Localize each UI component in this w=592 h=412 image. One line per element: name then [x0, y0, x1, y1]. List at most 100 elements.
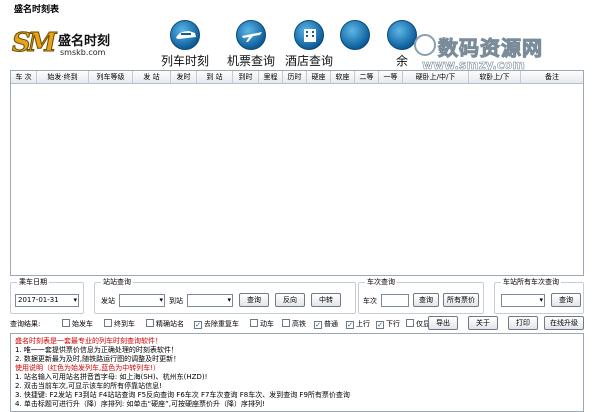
date-group: 乘车日期 2017-01-31 [10, 277, 84, 314]
reverse-button[interactable]: 反向 [275, 293, 305, 307]
col-header[interactable]: 二等 [355, 71, 379, 83]
train-number-label: 车次 [363, 297, 377, 305]
col-header[interactable]: 发 站 [133, 71, 171, 83]
checkbox-emu[interactable]: 动车 [250, 319, 274, 329]
checkbox-label: 精确站名 [156, 320, 184, 328]
checkbox-label: 始发车 [72, 320, 93, 328]
watermark: 数码资源网 www.smzy.com [408, 30, 592, 74]
all-trains-query-button[interactable]: 查询 [551, 293, 581, 307]
checkbox-icon [62, 319, 70, 327]
checkbox-terminal[interactable]: 终到车 [104, 319, 135, 329]
all-fares-button[interactable]: 所有票价 [443, 293, 479, 307]
checkbox-down[interactable]: ✓ 下行 [376, 319, 400, 329]
station-query-button[interactable]: 查询 [239, 293, 269, 307]
plane-icon [236, 20, 266, 50]
checkbox-highspeed[interactable]: 高铁 [282, 319, 306, 329]
to-station-label: 到站 [169, 297, 183, 305]
from-station-select[interactable] [119, 294, 165, 307]
checkbox-label: 动车 [260, 320, 274, 328]
checkbox-dedupe[interactable]: ✓ 去除重复车 [194, 319, 239, 329]
header-banner: SM 盛名时刻 smskb.com 列车时刻 机票查询 酒店查询 余 数码资源网… [0, 14, 592, 72]
checkbox-normal[interactable]: ✓ 普通 [314, 319, 338, 329]
other-icon [340, 20, 370, 50]
train-number-input[interactable] [381, 294, 409, 307]
col-header[interactable]: 软座 [331, 71, 355, 83]
info-line: 1. 站名输入可用站名拼音首字母: 如上海(SH)、杭州东(HZD)! [15, 373, 208, 381]
about-button[interactable]: 关于 [468, 316, 498, 330]
nav-train-schedule[interactable]: 列车时刻 [150, 20, 220, 68]
col-header[interactable]: 到时 [233, 71, 259, 83]
info-line: 4. 单击标题可进行升（降）序排列: 如单击“硬座”,可按硬座票价升（降）序排列… [15, 400, 265, 408]
results-table[interactable]: 车 次 始发·终到 列车等级 发 站 发时 到 站 到时 里程 历时 硬座 软座… [10, 70, 584, 276]
station-select[interactable] [501, 294, 545, 307]
col-header[interactable]: 历时 [283, 71, 307, 83]
checkbox-icon [406, 319, 414, 327]
from-station-label: 发站 [101, 297, 115, 305]
station-query-group: 站站查询 发站 到站 查询 反向 中转 [94, 277, 356, 314]
train-group-title: 车次查询 [365, 277, 397, 287]
checkmark-icon: ✓ [314, 321, 322, 329]
col-header[interactable]: 备注 [521, 71, 583, 83]
checkbox-icon [282, 319, 290, 327]
checkbox-icon [146, 319, 154, 327]
col-header[interactable]: 发时 [171, 71, 197, 83]
checkbox-label: 普通 [324, 320, 338, 328]
hotel-icon [294, 20, 324, 50]
logo-mark: SM [12, 28, 58, 59]
col-header[interactable]: 车 次 [11, 71, 37, 83]
checkbox-label: 终到车 [114, 320, 135, 328]
checkbox-icon [104, 319, 112, 327]
col-header[interactable]: 一等 [379, 71, 403, 83]
checkbox-origin[interactable]: 始发车 [62, 319, 93, 329]
info-line: 2. 数据更新最为及时,随铁路运行图的调整及时更新！ [15, 355, 181, 363]
nav-label: 酒店查询 [284, 54, 333, 68]
checkmark-icon: ✓ [376, 321, 384, 329]
checkbox-label: 高铁 [292, 320, 306, 328]
query-panel: 乘车日期 2017-01-31 站站查询 发站 到站 查询 反向 中转 车次查询… [10, 277, 584, 316]
logo-name: 盛名时刻 [58, 34, 111, 49]
checkmark-icon: ✓ [194, 321, 202, 329]
options-row: 查询结果: 始发车 终到车 精确站名 ✓ 去除重复车 动车 高铁 ✓ 普通 ✓ 上行 … [10, 316, 584, 332]
info-line: 盛名时刻表是一套最专业的列车时刻查询软件！ [15, 337, 162, 345]
upgrade-button[interactable]: 在线升级 [544, 316, 584, 330]
col-header[interactable]: 始发·终到 [37, 71, 89, 83]
date-picker[interactable]: 2017-01-31 [15, 294, 79, 307]
col-header[interactable]: 硬卧上/中/下 [403, 71, 469, 83]
col-header[interactable]: 软卧上/下 [469, 71, 521, 83]
all-trains-group-title: 车站所有车次查询 [501, 277, 561, 287]
info-line: 2. 双击当前车次,可显示该车的所有停靠站信息! [15, 382, 162, 390]
all-trains-group: 车站所有车次查询 查询 [494, 277, 584, 314]
checkbox-label: 上行 [356, 320, 370, 328]
checkbox-exact-name[interactable]: 精确站名 [146, 319, 184, 329]
checkbox-up[interactable]: ✓ 上行 [346, 319, 370, 329]
nav-hotel-query[interactable]: 酒店查询 [274, 20, 344, 68]
to-station-select[interactable] [187, 294, 233, 307]
train-query-group: 车次查询 车次 查询 所有票价 [358, 277, 484, 314]
info-line: 3. 快捷键: F2发站 F3到站 F4站站查询 F5反向查询 F6车次 F7车… [15, 391, 350, 399]
station-group-title: 站站查询 [101, 277, 133, 287]
print-button[interactable]: 打印 [508, 316, 538, 330]
checkbox-label: 去除重复车 [204, 320, 239, 328]
info-line: 使用说明（红色为始发列车,蓝色为中转列车!） [15, 364, 161, 372]
info-line: 1. 唯一一套提供票价信息为正确处理的时刻表软件！ [15, 346, 178, 354]
logo-domain: smskb.com [60, 48, 106, 57]
app-logo: SM 盛名时刻 smskb.com [12, 28, 122, 62]
col-header[interactable]: 到 站 [197, 71, 233, 83]
watermark-text: 数码资源网 [438, 36, 543, 61]
train-icon [170, 20, 200, 50]
nav-item-4[interactable] [340, 20, 370, 64]
checkbox-icon [250, 319, 258, 327]
table-header: 车 次 始发·终到 列车等级 发 站 发时 到 站 到时 里程 历时 硬座 软座… [11, 71, 583, 84]
options-label: 查询结果: [10, 320, 41, 328]
export-button[interactable]: 导出 [428, 316, 458, 330]
train-query-button[interactable]: 查询 [413, 293, 439, 307]
watermark-logo-icon [414, 34, 436, 56]
date-group-title: 乘车日期 [17, 277, 49, 287]
transfer-button[interactable]: 中转 [311, 293, 341, 307]
col-header[interactable]: 硬座 [307, 71, 331, 83]
info-panel: 盛名时刻表是一套最专业的列车时刻查询软件！ 1. 唯一一套提供票价信息为正确处理… [10, 333, 584, 412]
col-header[interactable]: 里程 [259, 71, 283, 83]
nav-label: 列车时刻 [160, 54, 209, 68]
col-header[interactable]: 列车等级 [89, 71, 133, 83]
window-title: 盛名时刻表 [0, 0, 592, 15]
